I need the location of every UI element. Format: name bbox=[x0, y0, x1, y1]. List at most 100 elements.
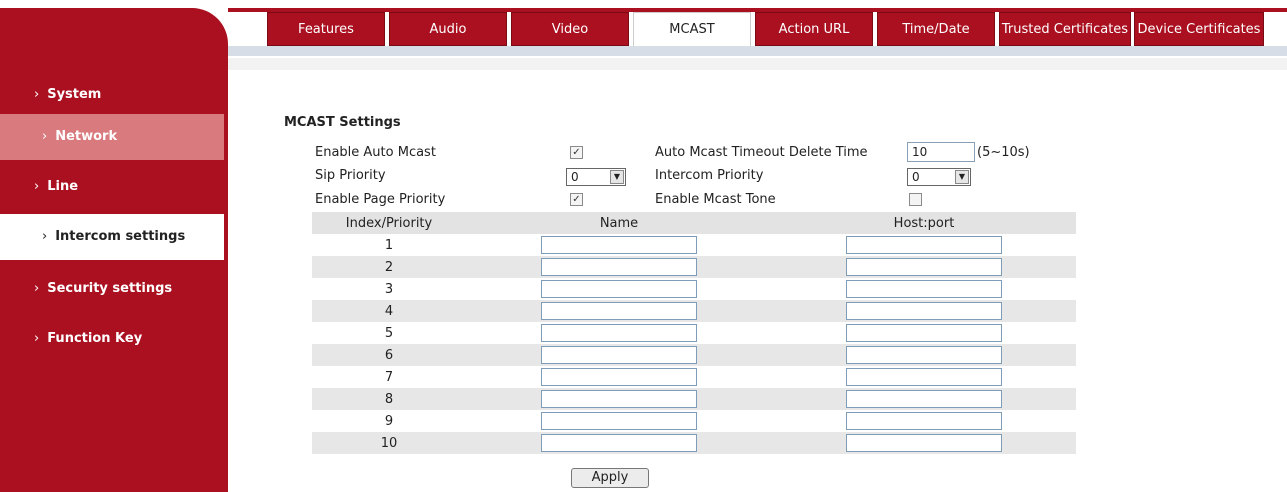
name-input[interactable] bbox=[541, 280, 697, 298]
sidebar-item-label: Line bbox=[47, 179, 79, 194]
tab-action-url[interactable]: Action URL bbox=[755, 12, 873, 46]
name-cell bbox=[466, 344, 772, 366]
intercom-priority-value: 0 bbox=[912, 170, 920, 184]
name-input[interactable] bbox=[541, 324, 697, 342]
host-port-input[interactable] bbox=[846, 280, 1002, 298]
table-row: 9 bbox=[312, 410, 1076, 432]
row-index: 9 bbox=[312, 410, 466, 432]
table-row: 6 bbox=[312, 344, 1076, 366]
tab-audio[interactable]: Audio bbox=[389, 12, 507, 46]
sidebar-item-function-key[interactable]: › Function Key bbox=[0, 316, 142, 362]
host-port-cell bbox=[772, 410, 1076, 432]
column-header-name: Name bbox=[466, 212, 772, 234]
row-index: 7 bbox=[312, 366, 466, 388]
tab-time-date[interactable]: Time/Date bbox=[877, 12, 995, 46]
name-input[interactable] bbox=[541, 346, 697, 364]
tab-bar-underline bbox=[228, 46, 1287, 56]
enable-auto-mcast-checkbox[interactable]: ✓ bbox=[570, 146, 583, 159]
tab-mcast[interactable]: MCAST bbox=[633, 12, 751, 46]
mcast-table: Index/Priority Name Host:port 1 2 3 4 5 bbox=[312, 212, 1076, 454]
auto-timeout-input[interactable]: 10 bbox=[907, 142, 975, 162]
host-port-input[interactable] bbox=[846, 236, 1002, 254]
tab-video[interactable]: Video bbox=[511, 12, 629, 46]
tab-device-certificates[interactable]: Device Certificates bbox=[1134, 12, 1264, 46]
chevron-right-icon: › bbox=[42, 229, 48, 244]
chevron-right-icon: › bbox=[34, 87, 40, 102]
host-port-cell bbox=[772, 432, 1076, 454]
tab-trusted-certificates[interactable]: Trusted Certificates bbox=[999, 12, 1131, 46]
chevron-right-icon: › bbox=[42, 129, 48, 144]
name-input[interactable] bbox=[541, 302, 697, 320]
name-input[interactable] bbox=[541, 412, 697, 430]
host-port-cell bbox=[772, 366, 1076, 388]
name-cell bbox=[466, 432, 772, 454]
name-input[interactable] bbox=[541, 368, 697, 386]
table-row: 10 bbox=[312, 432, 1076, 454]
host-port-cell bbox=[772, 278, 1076, 300]
host-port-input[interactable] bbox=[846, 434, 1002, 452]
host-port-input[interactable] bbox=[846, 302, 1002, 320]
enable-mcast-tone-label: Enable Mcast Tone bbox=[655, 192, 776, 207]
section-title: MCAST Settings bbox=[284, 115, 401, 130]
sidebar-item-label: Network bbox=[55, 129, 118, 144]
sidebar-item-line[interactable]: › Line bbox=[0, 164, 78, 210]
table-row: 4 bbox=[312, 300, 1076, 322]
table-row: 5 bbox=[312, 322, 1076, 344]
name-input[interactable] bbox=[541, 390, 697, 408]
intercom-priority-label: Intercom Priority bbox=[655, 168, 764, 183]
chevron-right-icon: › bbox=[34, 331, 40, 346]
row-index: 8 bbox=[312, 388, 466, 410]
row-index: 1 bbox=[312, 234, 466, 256]
host-port-input[interactable] bbox=[846, 258, 1002, 276]
name-cell bbox=[466, 388, 772, 410]
enable-auto-mcast-label: Enable Auto Mcast bbox=[315, 145, 436, 160]
sip-priority-select[interactable]: 0 ▼ bbox=[566, 168, 626, 186]
sidebar-item-label: Intercom settings bbox=[55, 229, 186, 244]
sidebar-item-label: System bbox=[47, 87, 102, 102]
host-port-cell bbox=[772, 388, 1076, 410]
name-input[interactable] bbox=[541, 434, 697, 452]
column-header-host-port: Host:port bbox=[772, 212, 1076, 234]
sidebar-nav: › System › Network › Line › Intercom setting… bbox=[0, 8, 228, 492]
tab-bar: Features Audio Video MCAST Action URL Ti… bbox=[228, 8, 1287, 58]
table-header-row: Index/Priority Name Host:port bbox=[312, 212, 1076, 234]
sidebar-item-label: Security settings bbox=[47, 281, 173, 296]
name-input[interactable] bbox=[541, 258, 697, 276]
sidebar-item-security-settings[interactable]: › Security settings bbox=[0, 266, 172, 312]
table-row: 7 bbox=[312, 366, 1076, 388]
chevron-right-icon: › bbox=[34, 179, 40, 194]
row-index: 2 bbox=[312, 256, 466, 278]
row-index: 3 bbox=[312, 278, 466, 300]
host-port-input[interactable] bbox=[846, 368, 1002, 386]
host-port-input[interactable] bbox=[846, 346, 1002, 364]
host-port-cell bbox=[772, 344, 1076, 366]
table-row: 3 bbox=[312, 278, 1076, 300]
enable-page-priority-checkbox[interactable]: ✓ bbox=[570, 193, 583, 206]
sidebar-item-network[interactable]: › Network bbox=[0, 114, 224, 160]
name-cell bbox=[466, 278, 772, 300]
table-row: 1 bbox=[312, 234, 1076, 256]
enable-mcast-tone-checkbox[interactable] bbox=[909, 193, 922, 206]
name-cell bbox=[466, 366, 772, 388]
host-port-cell bbox=[772, 256, 1076, 278]
table-row: 8 bbox=[312, 388, 1076, 410]
sidebar-item-intercom-settings[interactable]: › Intercom settings bbox=[0, 214, 224, 260]
host-port-cell bbox=[772, 322, 1076, 344]
intercom-priority-select[interactable]: 0 ▼ bbox=[907, 168, 971, 186]
auto-timeout-hint: (5~10s) bbox=[977, 145, 1030, 160]
row-index: 4 bbox=[312, 300, 466, 322]
host-port-input[interactable] bbox=[846, 412, 1002, 430]
host-port-input[interactable] bbox=[846, 390, 1002, 408]
name-cell bbox=[466, 234, 772, 256]
sip-priority-value: 0 bbox=[571, 170, 579, 184]
chevron-down-icon: ▼ bbox=[955, 170, 969, 184]
row-index: 5 bbox=[312, 322, 466, 344]
sidebar-item-system[interactable]: › System bbox=[0, 72, 101, 118]
chevron-right-icon: › bbox=[34, 281, 40, 296]
tab-features[interactable]: Features bbox=[267, 12, 385, 46]
chevron-down-icon: ▼ bbox=[610, 170, 624, 184]
row-index: 10 bbox=[312, 432, 466, 454]
name-input[interactable] bbox=[541, 236, 697, 254]
host-port-input[interactable] bbox=[846, 324, 1002, 342]
apply-button[interactable]: Apply bbox=[571, 468, 649, 488]
